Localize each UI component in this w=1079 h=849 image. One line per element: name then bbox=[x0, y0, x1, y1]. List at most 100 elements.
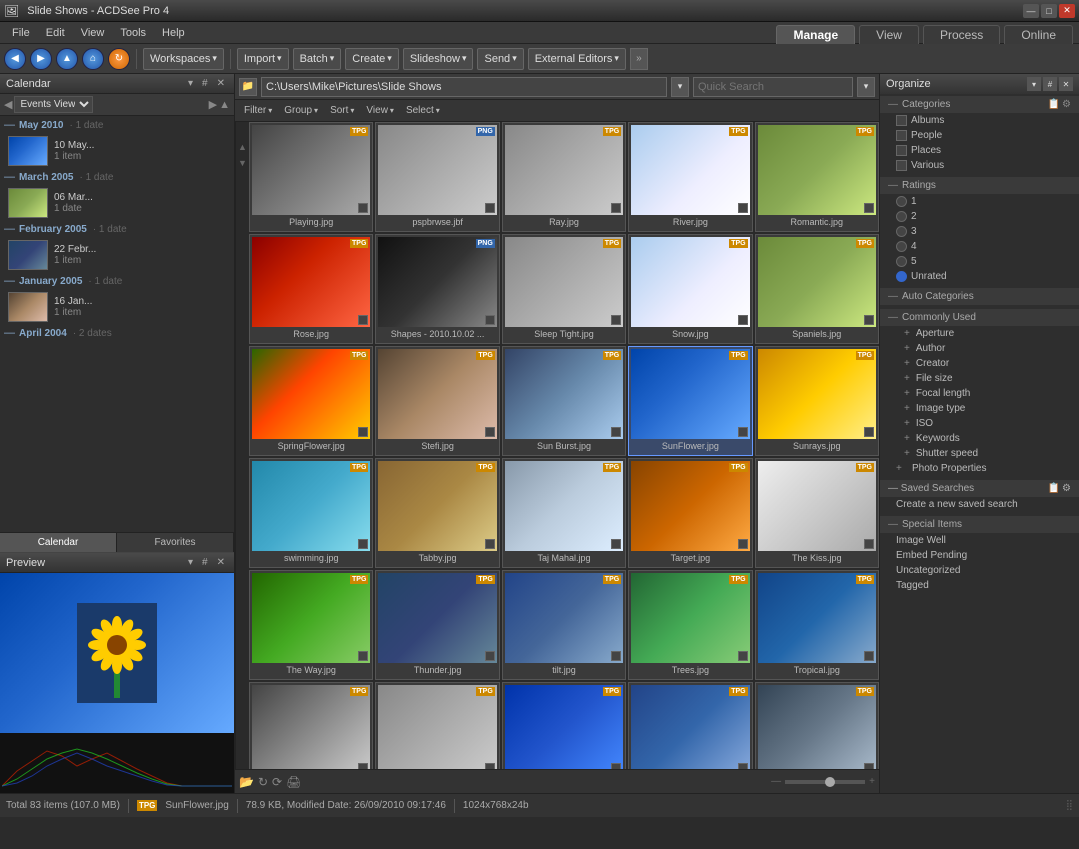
sub-keywords[interactable]: Keywords bbox=[880, 431, 1079, 446]
menu-help[interactable]: Help bbox=[154, 25, 193, 41]
item-checkbox[interactable] bbox=[738, 203, 748, 213]
up-button[interactable]: ▲ bbox=[56, 48, 78, 70]
preview-pin-icon[interactable]: # bbox=[199, 556, 211, 569]
external-editors-dropdown[interactable]: External Editors bbox=[528, 48, 626, 70]
close-button[interactable]: ✕ bbox=[1059, 4, 1075, 18]
item-checkbox[interactable] bbox=[611, 651, 621, 661]
item-checkbox[interactable] bbox=[485, 427, 495, 437]
home-button[interactable]: ⌂ bbox=[82, 48, 104, 70]
special-embed-pending[interactable]: Embed Pending bbox=[880, 548, 1079, 563]
item-checkbox[interactable] bbox=[358, 763, 368, 769]
grid-item-romantic-jpg[interactable]: TPGRomantic.jpg bbox=[755, 122, 879, 232]
checkbox-people[interactable] bbox=[896, 130, 907, 141]
categories-header[interactable]: Categories 📋 ⚙ bbox=[880, 96, 1079, 113]
grid-item-pspbrwse-jbf[interactable]: PNGpspbrwse.jbf bbox=[375, 122, 499, 232]
rating-5[interactable]: 5 bbox=[880, 254, 1079, 269]
grid-item-wedding-1-jpg[interactable]: TPGWedding 1.jpg bbox=[755, 682, 879, 769]
commonly-used-header[interactable]: Commonly Used bbox=[880, 309, 1079, 326]
grid-item-playing-jpg[interactable]: TPGPlaying.jpg bbox=[249, 122, 373, 232]
calendar-menu-icon[interactable]: ▾ bbox=[185, 77, 196, 90]
nav-left-icon[interactable]: ◀ bbox=[4, 98, 12, 111]
events-view-select[interactable]: Events View bbox=[14, 96, 93, 113]
sub-imagetype[interactable]: Image type bbox=[880, 401, 1079, 416]
categories-add-icon[interactable]: 📋 bbox=[1048, 99, 1060, 110]
item-checkbox[interactable] bbox=[738, 427, 748, 437]
calendar-month-jan2005[interactable]: — January 2005 · 1 date bbox=[0, 272, 234, 290]
item-checkbox[interactable] bbox=[864, 203, 874, 213]
select-btn[interactable]: Select bbox=[401, 104, 445, 117]
sub-aperture[interactable]: Aperture bbox=[880, 326, 1079, 341]
calendar-item-jan16[interactable]: 16 Jan... 1 item bbox=[0, 290, 234, 324]
path-dropdown-btn[interactable]: ▾ bbox=[671, 77, 689, 97]
menu-file[interactable]: File bbox=[4, 25, 38, 41]
group-btn[interactable]: Group bbox=[279, 104, 323, 117]
special-imagewell[interactable]: Image Well bbox=[880, 533, 1079, 548]
item-checkbox[interactable] bbox=[611, 203, 621, 213]
categories-settings-icon[interactable]: ⚙ bbox=[1062, 99, 1071, 110]
sub-filesize[interactable]: File size bbox=[880, 371, 1079, 386]
rating-3[interactable]: 3 bbox=[880, 224, 1079, 239]
back-button[interactable]: ◀ bbox=[4, 48, 26, 70]
search-input[interactable] bbox=[693, 77, 853, 97]
tab-manage[interactable]: Manage bbox=[776, 25, 855, 44]
item-checkbox[interactable] bbox=[485, 315, 495, 325]
minimize-button[interactable]: — bbox=[1023, 4, 1039, 18]
auto-categories-header[interactable]: Auto Categories bbox=[880, 288, 1079, 305]
forward-button[interactable]: ▶ bbox=[30, 48, 52, 70]
sub-author[interactable]: Author bbox=[880, 341, 1079, 356]
menu-edit[interactable]: Edit bbox=[38, 25, 73, 41]
item-checkbox[interactable] bbox=[358, 651, 368, 661]
rating-4[interactable]: 4 bbox=[880, 239, 1079, 254]
item-checkbox[interactable] bbox=[358, 203, 368, 213]
grid-item-the-kiss-jpg[interactable]: TPGThe Kiss.jpg bbox=[755, 458, 879, 568]
rating-unrated[interactable]: Unrated bbox=[880, 269, 1079, 284]
grid-item-ray-jpg[interactable]: TPGRay.jpg bbox=[502, 122, 626, 232]
grid-item-tilt-jpg[interactable]: TPGtilt.jpg bbox=[502, 570, 626, 680]
grid-item-sleep-tight-jpg[interactable]: TPGSleep Tight.jpg bbox=[502, 234, 626, 344]
create-saved-search[interactable]: Create a new saved search bbox=[880, 497, 1079, 512]
grid-item-shapes---2010-10-02----[interactable]: PNGShapes - 2010.10.02 ... bbox=[375, 234, 499, 344]
tab-view[interactable]: View bbox=[859, 25, 919, 44]
item-checkbox[interactable] bbox=[738, 315, 748, 325]
refresh-small-icon[interactable]: ↻ bbox=[258, 775, 268, 789]
slideshow-dropdown[interactable]: Slideshow bbox=[403, 48, 474, 70]
grid-item-taj-mahal-jpg[interactable]: TPGTaj Mahal.jpg bbox=[502, 458, 626, 568]
item-checkbox[interactable] bbox=[611, 427, 621, 437]
radio-2[interactable] bbox=[896, 211, 907, 222]
calendar-pin-icon[interactable]: # bbox=[199, 77, 211, 90]
sync-icon[interactable]: ⟳ bbox=[272, 775, 282, 789]
sub-focallength[interactable]: Focal length bbox=[880, 386, 1079, 401]
radio-3[interactable] bbox=[896, 226, 907, 237]
grid-item-trees-jpg[interactable]: TPGTrees.jpg bbox=[628, 570, 752, 680]
batch-dropdown[interactable]: Batch bbox=[293, 48, 342, 70]
checkbox-albums[interactable] bbox=[896, 115, 907, 126]
grid-item-thunder-jpg[interactable]: TPGThunder.jpg bbox=[375, 570, 499, 680]
grid-down-arrow[interactable]: ▼ bbox=[238, 158, 247, 168]
item-checkbox[interactable] bbox=[611, 763, 621, 769]
item-checkbox[interactable] bbox=[864, 427, 874, 437]
grid-up-arrow[interactable]: ▲ bbox=[238, 142, 247, 152]
sort-btn[interactable]: Sort bbox=[325, 104, 359, 117]
item-checkbox[interactable] bbox=[738, 539, 748, 549]
zoom-in-icon[interactable]: + bbox=[869, 776, 875, 787]
calendar-month-mar2005[interactable]: — March 2005 · 1 date bbox=[0, 168, 234, 186]
maximize-button[interactable]: □ bbox=[1041, 4, 1057, 18]
grid-item-target-jpg[interactable]: TPGTarget.jpg bbox=[628, 458, 752, 568]
tab-favorites[interactable]: Favorites bbox=[117, 533, 234, 552]
special-tagged[interactable]: Tagged bbox=[880, 578, 1079, 593]
checkbox-various[interactable] bbox=[896, 160, 907, 171]
saved-searches-add-icon[interactable]: 📋 bbox=[1048, 483, 1060, 494]
calendar-close-icon[interactable]: ✕ bbox=[214, 77, 228, 90]
item-checkbox[interactable] bbox=[864, 651, 874, 661]
sub-creator[interactable]: Creator bbox=[880, 356, 1079, 371]
tab-process[interactable]: Process bbox=[923, 25, 1000, 44]
grid-item-rose-jpg[interactable]: TPGRose.jpg bbox=[249, 234, 373, 344]
grid-item-snow-jpg[interactable]: TPGSnow.jpg bbox=[628, 234, 752, 344]
item-checkbox[interactable] bbox=[485, 203, 495, 213]
saved-searches-settings-icon[interactable]: ⚙ bbox=[1062, 483, 1071, 494]
search-dropdown-btn[interactable]: ▾ bbox=[857, 77, 875, 97]
grid-item-tropical-jpg[interactable]: TPGTropical.jpg bbox=[755, 570, 879, 680]
item-checkbox[interactable] bbox=[358, 539, 368, 549]
calendar-month-feb2005[interactable]: — February 2005 · 1 date bbox=[0, 220, 234, 238]
rating-2[interactable]: 2 bbox=[880, 209, 1079, 224]
